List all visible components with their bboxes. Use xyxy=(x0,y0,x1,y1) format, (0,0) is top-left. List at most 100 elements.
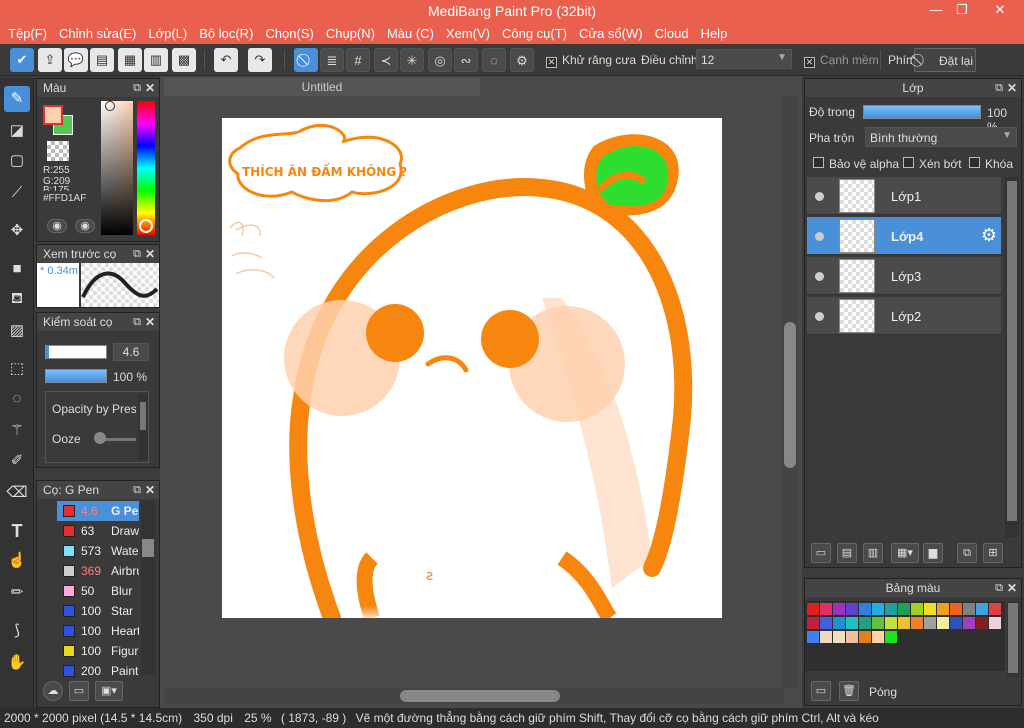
layer-row[interactable]: Lớp3 xyxy=(807,257,1001,295)
brush-list-item[interactable]: 4.6 G Pen xyxy=(57,501,139,521)
document-icon[interactable]: ▥ xyxy=(144,48,168,72)
palette-swatch[interactable] xyxy=(872,631,884,643)
circle-snap-icon[interactable]: ◎ xyxy=(428,48,452,72)
brush-list-item[interactable]: 100 Heart xyxy=(57,621,139,641)
ellipse-snap-icon[interactable]: ◌ xyxy=(482,48,506,72)
close-window-button[interactable]: ✕ xyxy=(986,0,1014,22)
select-pen-icon[interactable]: ✐ xyxy=(4,448,30,474)
horizontal-scrollbar[interactable] xyxy=(164,688,784,704)
palette-swatch[interactable] xyxy=(911,603,923,615)
palette-swatch[interactable] xyxy=(963,617,975,629)
move-tool-icon[interactable]: ✥ xyxy=(4,218,30,244)
menu-edit[interactable]: Chỉnh sửa(E) xyxy=(59,26,136,41)
close-icon[interactable]: ✕ xyxy=(1007,79,1017,97)
antialias-checkbox[interactable]: ✕ xyxy=(546,54,557,68)
brush-list-item[interactable]: 50 Blur xyxy=(57,581,139,601)
blend-mode-select[interactable]: Bình thường ▼ xyxy=(865,127,1017,147)
menu-file[interactable]: Tệp(F) xyxy=(8,26,47,41)
saturation-brightness-picker[interactable] xyxy=(101,101,133,235)
popout-icon[interactable]: ⧉ xyxy=(133,313,141,331)
palette-swatch[interactable] xyxy=(859,617,871,629)
palette-swatch[interactable] xyxy=(846,631,858,643)
brush-size-slider[interactable] xyxy=(45,345,107,359)
menu-view[interactable]: Xem(V) xyxy=(446,26,490,41)
palette-swatch[interactable] xyxy=(846,617,858,629)
popout-icon[interactable]: ⧉ xyxy=(133,79,141,97)
clip-checkbox[interactable] xyxy=(903,157,914,171)
cloud-save-icon[interactable]: ✔ xyxy=(10,48,34,72)
add-layer-menu-icon[interactable]: ▦▾ xyxy=(891,543,919,563)
grid-check-icon[interactable]: ▩ xyxy=(172,48,196,72)
visibility-eye-icon[interactable] xyxy=(815,272,824,281)
popout-icon[interactable]: ⧉ xyxy=(995,579,1003,597)
shape-tool-icon[interactable]: ▢ xyxy=(4,148,30,174)
lasso-icon[interactable]: ◌ xyxy=(4,386,30,412)
palette-swatch[interactable] xyxy=(924,617,936,629)
eyedropper-icon[interactable]: ⟆ xyxy=(4,618,30,644)
visibility-eye-icon[interactable] xyxy=(815,312,824,321)
transparent-swatch[interactable] xyxy=(47,141,69,161)
palette-swatch[interactable] xyxy=(820,631,832,643)
reset-button[interactable]: ⃠ Đặt lại xyxy=(914,48,976,72)
cross-snap-icon[interactable]: # xyxy=(346,48,370,72)
hue-slider[interactable] xyxy=(137,101,155,235)
folder-icon[interactable]: ▆ xyxy=(923,543,943,563)
menu-cloud[interactable]: Cloud xyxy=(655,26,689,41)
minimize-button[interactable]: — xyxy=(922,0,950,22)
hand-tool-icon[interactable]: ✋ xyxy=(4,650,30,676)
delete-palette-icon[interactable]: 🗑 xyxy=(839,681,859,701)
palette-swatch[interactable] xyxy=(937,617,949,629)
options-scrollbar[interactable] xyxy=(138,394,148,460)
comment-icon[interactable]: ▤ xyxy=(90,48,114,72)
vertical-scroll-thumb[interactable] xyxy=(784,322,796,468)
cloud-brush-icon[interactable]: ☁ xyxy=(43,681,63,701)
horizontal-scroll-thumb[interactable] xyxy=(400,690,560,702)
brush-list-item[interactable]: 63 Drawing xyxy=(57,521,139,541)
menu-window[interactable]: Cửa sổ(W) xyxy=(579,26,643,41)
palette-swatch[interactable] xyxy=(833,603,845,615)
menu-filter[interactable]: Bộ lọc(R) xyxy=(199,26,253,41)
layer-opacity-slider[interactable] xyxy=(863,105,981,119)
page-icon[interactable]: ▦ xyxy=(118,48,142,72)
close-icon[interactable]: ✕ xyxy=(145,313,155,331)
brush-opacity-slider[interactable] xyxy=(45,369,107,383)
operation-tool-icon[interactable]: ☝ xyxy=(4,548,30,574)
vertical-scrollbar[interactable] xyxy=(782,96,798,688)
palette-swatch[interactable] xyxy=(846,603,858,615)
vanishing-point-icon[interactable]: ≺ xyxy=(374,48,398,72)
brush-menu-icon[interactable]: ▣▾ xyxy=(95,681,123,701)
palette-swatch[interactable] xyxy=(807,631,819,643)
ooze-slider-thumb[interactable] xyxy=(94,432,106,444)
palette-swatch[interactable] xyxy=(976,603,988,615)
palette-swatch[interactable] xyxy=(898,617,910,629)
layer-row[interactable]: Lớp2 xyxy=(807,297,1001,335)
palette-swatch[interactable] xyxy=(872,617,884,629)
palette-swatch[interactable] xyxy=(820,603,832,615)
brush-list-scrollbar[interactable] xyxy=(141,501,155,675)
new-halftone-layer-icon[interactable]: ▤ xyxy=(837,543,857,563)
palette-swatch[interactable] xyxy=(820,617,832,629)
palette-swatch[interactable] xyxy=(885,631,897,643)
line-tool-icon[interactable]: ⟋ xyxy=(4,180,30,206)
picker-cursor[interactable] xyxy=(105,101,115,111)
merge-layer-icon[interactable]: ⊞ xyxy=(983,543,1003,563)
brush-list-item[interactable]: 369 Airbrush xyxy=(57,561,139,581)
close-icon[interactable]: ✕ xyxy=(145,245,155,263)
speech-bubble-icon[interactable]: 💬 xyxy=(64,48,88,72)
redo-icon[interactable]: ↷ xyxy=(248,48,272,72)
palette-add-icon[interactable]: ◉ xyxy=(75,219,95,233)
menu-snap[interactable]: Chụp(N) xyxy=(326,26,375,41)
palette-swatch[interactable] xyxy=(963,603,975,615)
popout-icon[interactable]: ⧉ xyxy=(995,79,1003,97)
popout-icon[interactable]: ⧉ xyxy=(133,481,141,499)
layer-settings-gear-icon[interactable]: ⚙ xyxy=(981,225,997,246)
palette-swatch[interactable] xyxy=(976,617,988,629)
brush-tool-icon[interactable]: ✎ xyxy=(4,86,30,112)
radial-snap-icon[interactable]: ✳ xyxy=(400,48,424,72)
palette-swatch[interactable] xyxy=(989,617,1001,629)
close-icon[interactable]: ✕ xyxy=(145,481,155,499)
close-icon[interactable]: ✕ xyxy=(145,79,155,97)
palette-icon[interactable]: ◉ xyxy=(47,219,67,233)
share-icon[interactable]: ⇪ xyxy=(38,48,62,72)
eraser-tool-icon[interactable]: ◪ xyxy=(4,118,30,144)
